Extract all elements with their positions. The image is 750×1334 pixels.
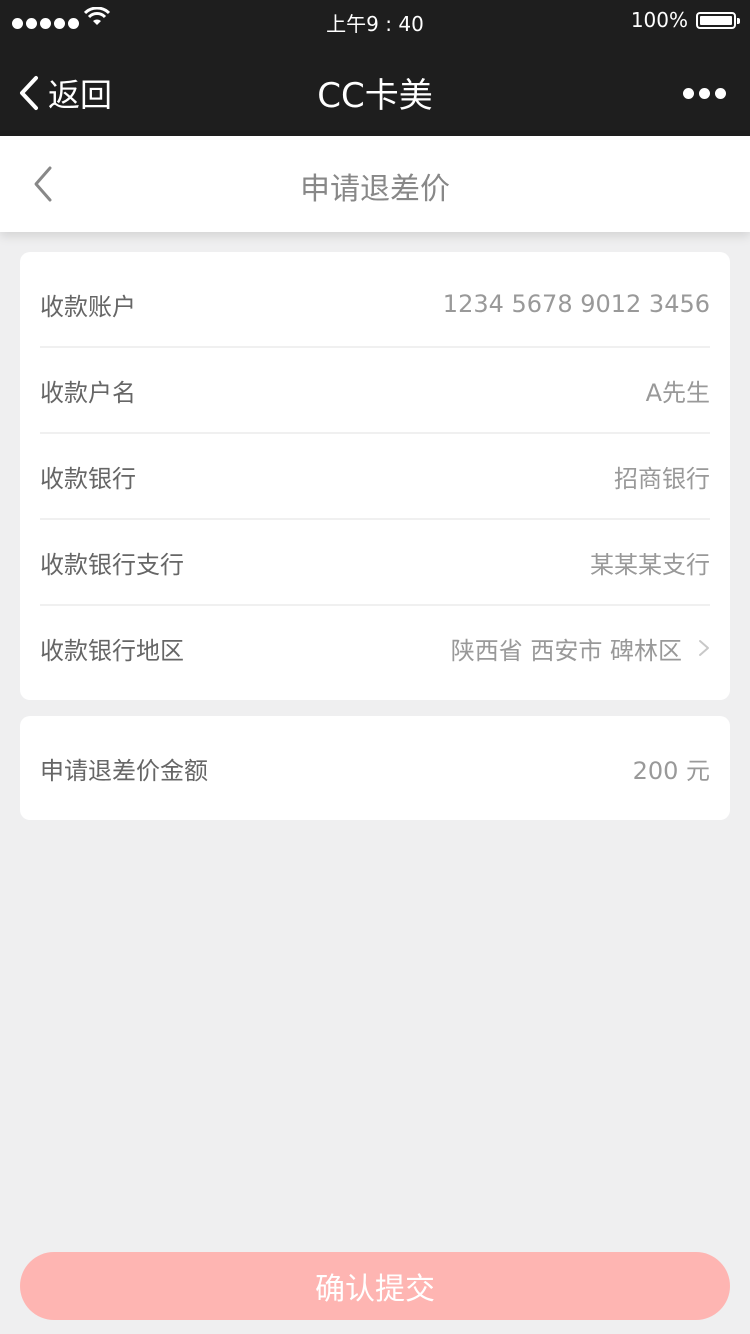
bank-region-row[interactable]: 收款银行地区 陕西省 西安市 碑林区 <box>40 606 710 690</box>
row-label: 申请退差价金额 <box>40 756 208 785</box>
row-label: 收款户名 <box>40 378 136 407</box>
amount-row: 申请退差价金额 200 元 <box>40 726 710 810</box>
status-bar: 上午9 : 40 100% <box>0 0 750 40</box>
row-label: 收款银行支行 <box>40 550 184 579</box>
row-label: 收款银行 <box>40 464 136 493</box>
bank-row: 收款银行 招商银行 <box>40 434 710 518</box>
submit-button[interactable]: 确认提交 <box>20 1252 730 1320</box>
row-value: 某某某支行 <box>590 550 710 579</box>
page-header: 申请退差价 <box>0 136 750 232</box>
battery-percent: 100% <box>630 8 688 32</box>
chevron-right-icon <box>699 640 709 656</box>
row-label: 收款账户 <box>40 292 136 321</box>
more-icon[interactable] <box>678 84 726 103</box>
row-value: A先生 <box>645 378 710 407</box>
amount-value: 200 元 <box>632 756 710 785</box>
amount-card: 申请退差价金额 200 元 <box>20 716 730 820</box>
row-value: 招商银行 <box>614 464 710 493</box>
account-name-row: 收款户名 A先生 <box>40 348 710 432</box>
region-selector[interactable]: 陕西省 西安市 碑林区 <box>451 631 710 666</box>
row-value: 1234 5678 9012 3456 <box>442 290 710 318</box>
nav-bar: 返回 CC卡美 <box>0 40 750 136</box>
battery-icon <box>696 12 740 29</box>
row-label: 收款银行地区 <box>40 636 184 665</box>
app-title: CC卡美 <box>317 76 433 116</box>
page-title: 申请退差价 <box>300 172 450 207</box>
account-number-row: 收款账户 1234 5678 9012 3456 <box>40 262 710 346</box>
bank-branch-row: 收款银行支行 某某某支行 <box>40 520 710 604</box>
row-value: 陕西省 西安市 碑林区 <box>450 636 682 665</box>
account-card: 收款账户 1234 5678 9012 3456 收款户名 A先生 收款银行 招… <box>20 252 730 700</box>
